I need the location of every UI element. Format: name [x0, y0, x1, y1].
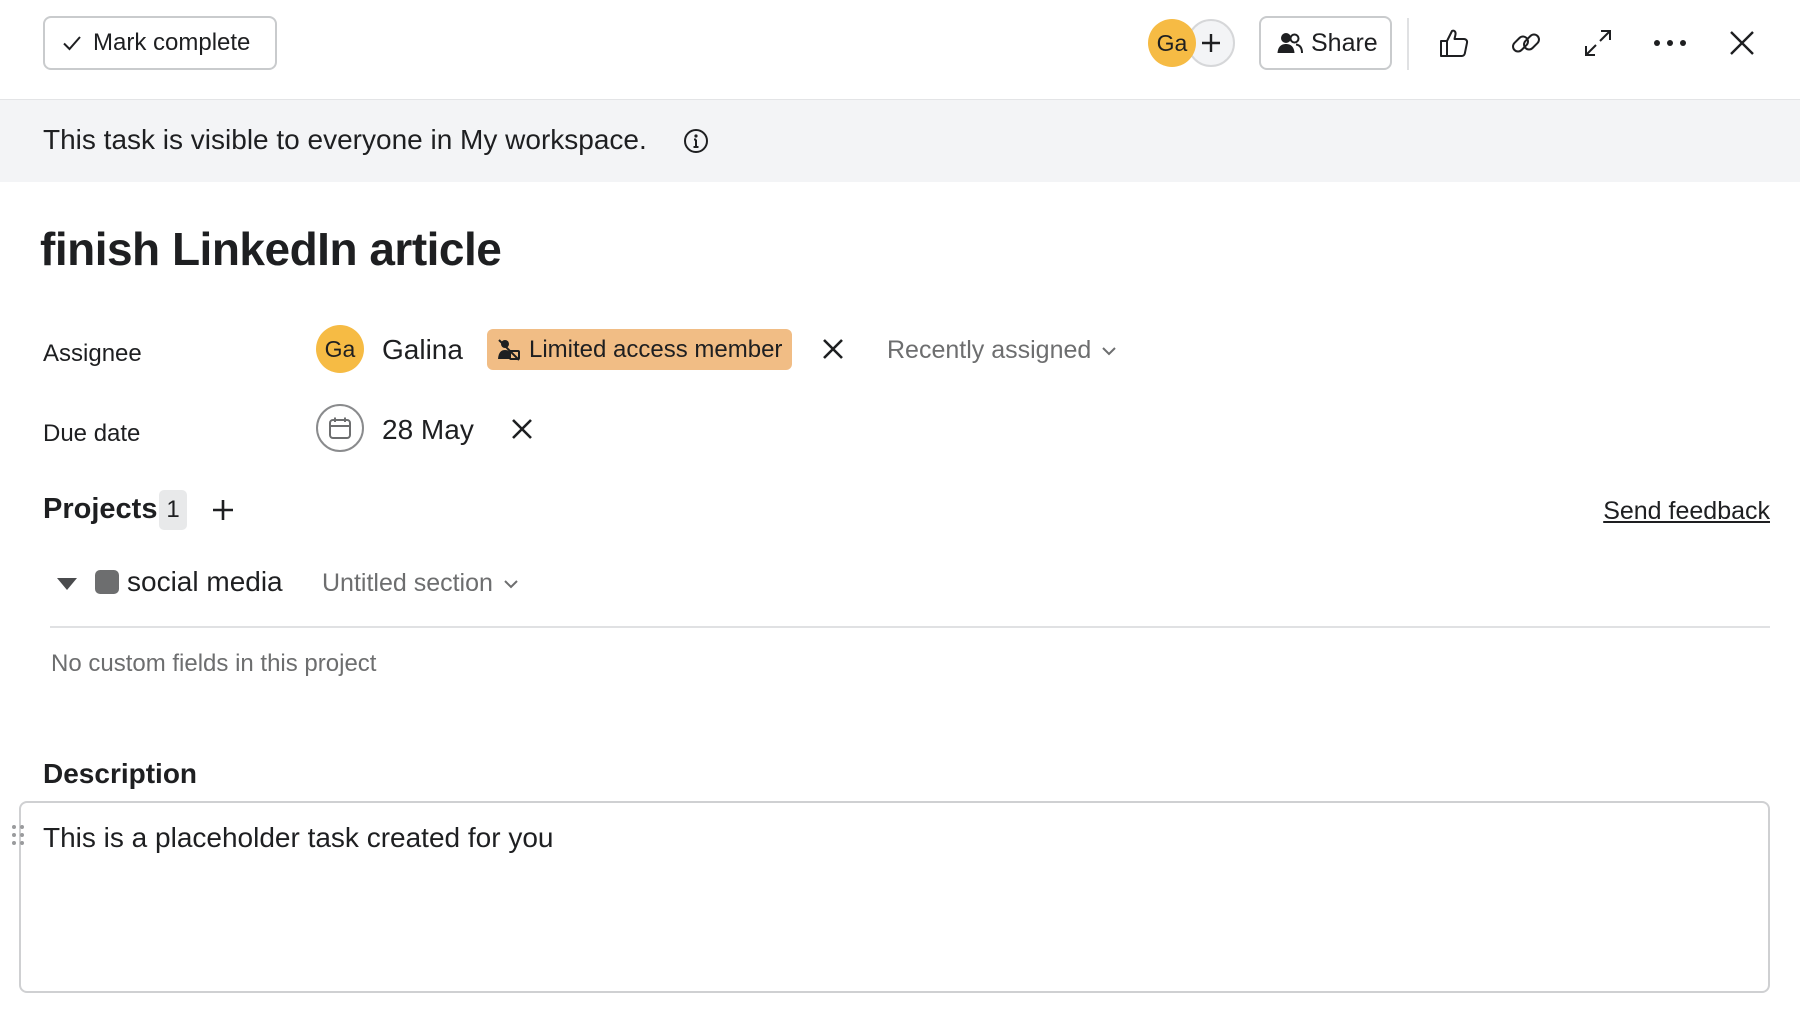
collapse-project-toggle[interactable]: [56, 577, 78, 591]
remove-assignee-button[interactable]: [822, 338, 844, 360]
collaborator-avatar[interactable]: Ga: [1148, 19, 1196, 67]
visibility-text: This task is visible to everyone in My w…: [43, 124, 647, 155]
people-icon: [1277, 31, 1303, 55]
due-date-picker-button[interactable]: [316, 404, 364, 452]
project-color-swatch: [95, 570, 119, 594]
check-icon: [61, 32, 83, 54]
project-divider: [50, 626, 1770, 628]
link-icon: [1509, 26, 1543, 60]
expand-icon: [1582, 27, 1614, 59]
more-actions-button[interactable]: [1647, 20, 1693, 66]
send-feedback-link[interactable]: Send feedback: [1603, 497, 1770, 526]
clear-due-date-button[interactable]: [511, 418, 533, 440]
assignee-avatar[interactable]: Ga: [316, 325, 364, 373]
plus-icon: [1200, 32, 1222, 54]
close-icon: [511, 418, 533, 440]
share-label: Share: [1311, 28, 1378, 57]
mark-complete-button[interactable]: Mark complete: [43, 16, 277, 70]
project-name[interactable]: social media: [127, 566, 283, 598]
close-button[interactable]: [1719, 20, 1765, 66]
description-text[interactable]: This is a placeholder task created for y…: [43, 822, 553, 854]
info-icon[interactable]: [683, 128, 709, 154]
section-label: Untitled section: [322, 569, 493, 597]
projects-label: Projects: [43, 493, 158, 525]
section-dropdown[interactable]: Untitled section: [322, 569, 519, 598]
close-icon: [1728, 29, 1756, 57]
close-icon: [822, 338, 844, 360]
calendar-icon: [328, 416, 352, 440]
no-custom-fields-text: No custom fields in this project: [51, 650, 377, 677]
more-icon: [1652, 38, 1688, 48]
task-title[interactable]: finish LinkedIn article: [40, 222, 502, 276]
assignee-label: Assignee: [43, 340, 142, 367]
toolbar-divider: [1407, 18, 1409, 70]
chevron-down-icon: [1101, 346, 1117, 356]
recently-assigned-dropdown[interactable]: Recently assigned: [887, 336, 1117, 365]
description-label: Description: [43, 758, 198, 789]
due-date-label: Due date: [43, 420, 141, 447]
limited-access-badge: Limited access member: [487, 329, 793, 370]
like-button[interactable]: [1431, 20, 1477, 66]
plus-icon: [212, 499, 234, 521]
assignee-name[interactable]: Galina: [382, 334, 463, 366]
thumbs-up-icon: [1438, 27, 1470, 59]
limited-access-label: Limited access member: [529, 335, 783, 363]
due-date-value[interactable]: 28 May: [382, 414, 474, 446]
drag-handle-icon[interactable]: [11, 824, 25, 846]
recently-assigned-label: Recently assigned: [887, 336, 1092, 364]
projects-count-badge: 1: [159, 490, 187, 530]
expand-button[interactable]: [1575, 20, 1621, 66]
chevron-down-icon: [503, 579, 519, 589]
caret-down-icon: [56, 577, 78, 591]
mark-complete-label: Mark complete: [93, 29, 251, 56]
restricted-access-icon: [497, 338, 521, 362]
add-project-button[interactable]: [212, 499, 234, 521]
share-button[interactable]: Share: [1259, 16, 1392, 70]
copy-link-button[interactable]: [1503, 20, 1549, 66]
